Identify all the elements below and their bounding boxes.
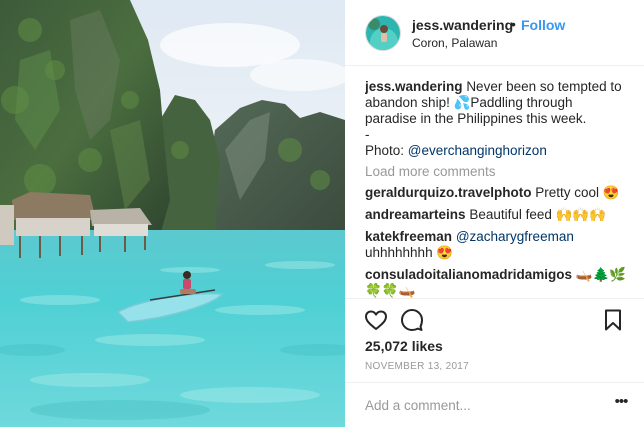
caption-username[interactable]: jess.wandering bbox=[365, 79, 463, 94]
caption-line-1: jess.wandering Never been so tempted to bbox=[365, 79, 635, 95]
comment-item: andreamarteins Beautiful feed 🙌🙌🙌 bbox=[365, 207, 635, 223]
comment-username[interactable]: katekfreeman bbox=[365, 229, 452, 244]
caption-line-5: Photo: @everchanginghorizon bbox=[365, 143, 635, 159]
comment-text-continued: 🍀🍀🛶 bbox=[365, 283, 416, 298]
follow-button[interactable]: Follow bbox=[521, 17, 565, 33]
caption-text-1: Never been so tempted to bbox=[466, 79, 622, 94]
comment-username[interactable]: consuladoitalianomadridamigos bbox=[365, 267, 572, 282]
comment-text: 🛶🌲🌿 bbox=[575, 267, 627, 282]
comment-mention-link[interactable]: @zacharygfreeman bbox=[456, 229, 574, 244]
comment-username[interactable]: geraldurquizo.travelphoto bbox=[365, 185, 532, 200]
caption-line-3: paradise in the Philippines this week. bbox=[365, 111, 587, 126]
caption-line-2: abandon ship! 💦Paddling through bbox=[365, 95, 573, 110]
comment-text: Beautiful feed 🙌🙌🙌 bbox=[469, 207, 607, 222]
add-comment-input[interactable] bbox=[365, 395, 605, 415]
post-photo[interactable] bbox=[0, 0, 345, 427]
comment-text: uhhhhhhhh 😍 bbox=[365, 245, 454, 260]
post-author-username[interactable]: jess.wandering bbox=[412, 17, 513, 33]
comment-text: Pretty cool 😍 bbox=[535, 185, 620, 200]
caption-mention-link[interactable]: @everchanginghorizon bbox=[408, 143, 547, 158]
likes-count[interactable]: 25,072 likes bbox=[365, 338, 443, 354]
post-location[interactable]: Coron, Palawan bbox=[412, 36, 497, 50]
post-caption: jess.wandering Never been so tempted to … bbox=[365, 79, 635, 159]
comment-icon[interactable] bbox=[400, 308, 424, 332]
load-more-comments-button[interactable]: Load more comments bbox=[365, 163, 635, 181]
bookmark-icon[interactable] bbox=[601, 308, 625, 332]
comment-item: geraldurquizo.travelphoto Pretty cool 😍 bbox=[365, 185, 635, 201]
caption-line-4: - bbox=[365, 127, 370, 142]
more-options-icon[interactable]: ••• bbox=[611, 394, 631, 414]
avatar[interactable] bbox=[365, 15, 401, 51]
avatar-image bbox=[366, 16, 400, 50]
heart-icon[interactable] bbox=[364, 308, 388, 332]
header-separator: • bbox=[511, 16, 516, 32]
lagoon-photo-illustration bbox=[0, 0, 345, 427]
caption-photo-credit-prefix: Photo: bbox=[365, 143, 408, 158]
comment-username[interactable]: andreamarteins bbox=[365, 207, 466, 222]
post-date[interactable]: NOVEMBER 13, 2017 bbox=[365, 361, 469, 372]
post-header: jess.wandering • Follow Coron, Palawan bbox=[345, 0, 644, 66]
actions-divider bbox=[345, 298, 644, 299]
add-comment-bar: ••• bbox=[345, 382, 644, 427]
comments-section: jess.wandering Never been so tempted to … bbox=[365, 79, 635, 299]
comment-item: consuladoitalianomadridamigos 🛶🌲🌿 🍀🍀🛶 bbox=[365, 267, 635, 299]
post-side-panel: jess.wandering • Follow Coron, Palawan j… bbox=[345, 0, 644, 427]
comment-item: katekfreeman @zacharygfreeman uhhhhhhhh … bbox=[365, 229, 635, 261]
